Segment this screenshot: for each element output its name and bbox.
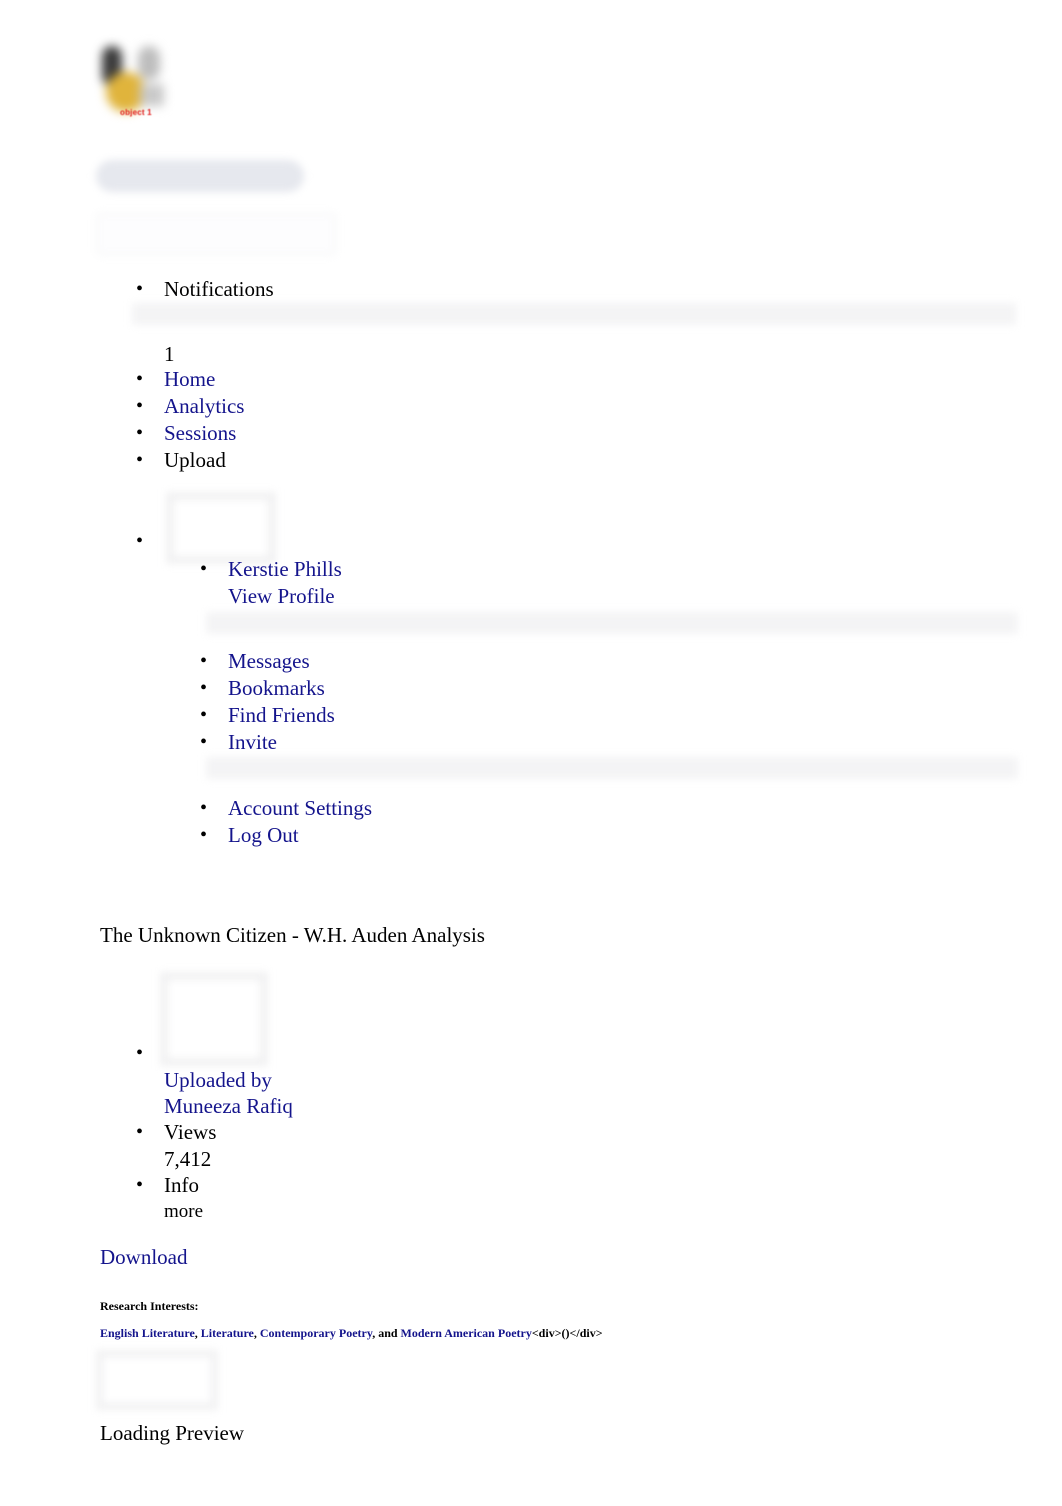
account-divider-bar — [206, 757, 1018, 779]
search-input[interactable] — [96, 160, 304, 192]
research-tag-english-literature[interactable]: English Literature — [100, 1326, 195, 1340]
user-avatar[interactable] — [166, 492, 276, 564]
user-name: Kerstie Phills — [228, 557, 342, 581]
research-interests-tags: English Literature, Literature, Contempo… — [100, 1326, 603, 1340]
nav-item-analytics[interactable]: Analytics — [136, 393, 245, 420]
view-profile-link[interactable]: View Profile — [228, 583, 342, 610]
uploaded-by-label: Uploaded by — [164, 1068, 272, 1092]
nav-label-analytics: Analytics — [164, 394, 245, 418]
download-label: Download — [100, 1245, 188, 1269]
research-tags-raw-markup: <div>()</div> — [531, 1326, 603, 1340]
loading-preview-label: Loading Preview — [100, 1421, 245, 1445]
user-menu-item-bookmarks[interactable]: Bookmarks — [200, 675, 335, 702]
views-label: Views — [164, 1120, 217, 1144]
user-menu — [135, 528, 169, 555]
user-menu-item-account-settings[interactable]: Account Settings — [200, 795, 373, 822]
secondary-search-input[interactable] — [96, 213, 336, 255]
views-count: 7,412 — [164, 1147, 212, 1171]
invite-label: Invite — [228, 730, 277, 754]
nav-label-notifications: Notifications — [164, 277, 274, 301]
nav-label-home: Home — [164, 367, 216, 391]
messages-label: Messages — [228, 649, 310, 673]
meta-item-views: Views — [136, 1119, 293, 1146]
site-logo[interactable]: object 1 — [96, 40, 172, 124]
research-interests-heading: Research Interests: — [100, 1299, 199, 1313]
research-tag-contemporary-poetry[interactable]: Contemporary Poetry — [260, 1326, 372, 1340]
user-menu-item-find-friends[interactable]: Find Friends — [200, 702, 335, 729]
info-label: Info — [164, 1173, 199, 1197]
log-out-label: Log Out — [228, 823, 299, 847]
research-tag-conjunction: and — [378, 1326, 398, 1340]
user-menu-item-invite[interactable]: Invite — [200, 729, 335, 756]
user-submenu: Kerstie Phills View Profile — [200, 556, 342, 610]
nav-item-notifications[interactable]: Notifications — [136, 276, 274, 303]
page-title: The Unknown Citizen - W.H. Auden Analysi… — [100, 923, 485, 947]
nav-item-upload[interactable]: Upload — [136, 447, 244, 474]
document-meta-list: Uploaded by Muneeza Rafiq Views 7,412 In… — [136, 1040, 293, 1225]
nav-label-upload: Upload — [164, 448, 226, 472]
research-tag-modern-american-poetry[interactable]: Modern American Poetry — [401, 1326, 532, 1340]
user-menu-item-messages[interactable]: Messages — [200, 648, 335, 675]
info-more-link[interactable]: more — [164, 1199, 293, 1225]
user-menu-toggle[interactable] — [135, 528, 169, 555]
primary-nav: Notifications — [136, 276, 274, 303]
logo-object-caption: object 1 — [120, 108, 152, 117]
user-menu-divider-bar — [206, 612, 1018, 634]
account-settings-label: Account Settings — [228, 796, 373, 820]
bookmarks-label: Bookmarks — [228, 676, 325, 700]
user-links-list: Messages Bookmarks Find Friends Invite — [200, 648, 335, 756]
research-tag-literature[interactable]: Literature — [201, 1326, 254, 1340]
user-menu-item-log-out[interactable]: Log Out — [200, 822, 372, 849]
notifications-placeholder-bar — [132, 303, 1016, 325]
account-links-list: Account Settings Log Out — [200, 795, 373, 849]
view-profile-label: View Profile — [228, 584, 335, 608]
nav-item-home[interactable]: Home — [136, 366, 244, 393]
nav-label-sessions: Sessions — [164, 421, 237, 445]
meta-item-info: Info — [136, 1172, 293, 1199]
find-friends-label: Find Friends — [228, 703, 335, 727]
uploader-name[interactable]: Muneeza Rafiq — [164, 1093, 293, 1119]
nav-item-sessions[interactable]: Sessions — [136, 420, 244, 447]
preview-placeholder-box — [96, 1350, 218, 1410]
user-menu-item-profile[interactable]: Kerstie Phills — [200, 556, 342, 583]
nav-links-list: Home Analytics Sessions Upload — [136, 366, 245, 474]
download-button[interactable]: Download — [100, 1244, 188, 1271]
meta-item-uploader[interactable] — [136, 1040, 293, 1067]
notifications-count: 1 — [164, 342, 175, 366]
